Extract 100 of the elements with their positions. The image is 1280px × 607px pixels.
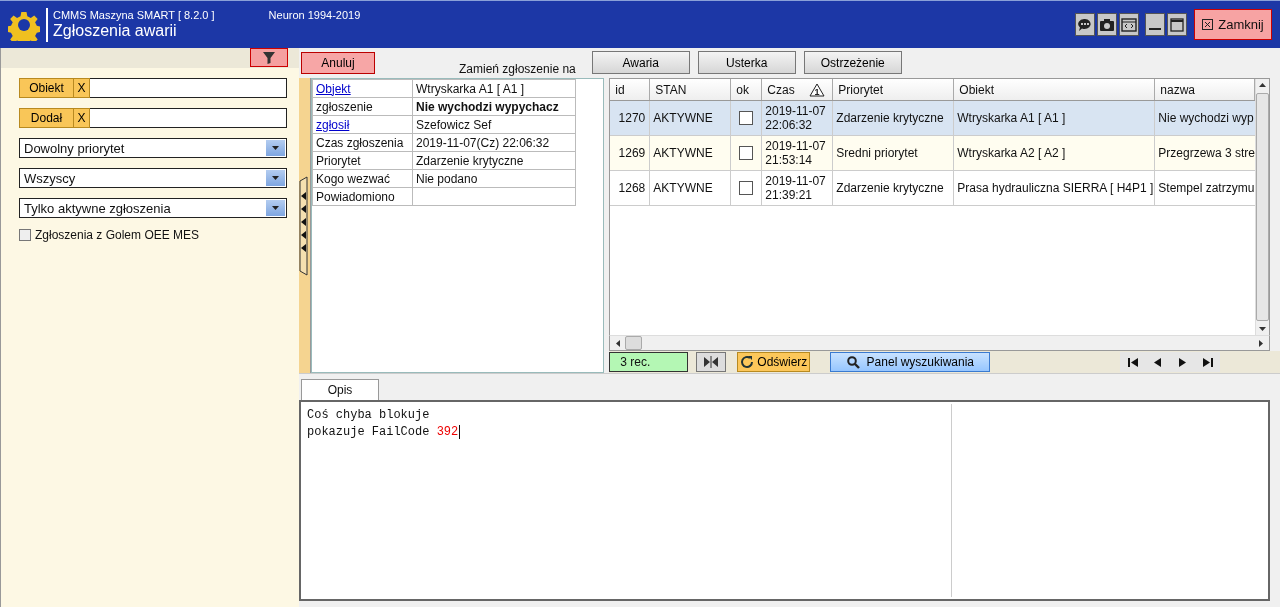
dropdown-arrow-icon — [272, 146, 279, 150]
table-cell: 2019-11-07 — [765, 139, 826, 153]
search-icon — [846, 355, 860, 369]
scroll-thumb[interactable] — [625, 336, 643, 350]
table-cell: AKTYWNE — [650, 171, 732, 205]
scroll-right-icon — [1259, 339, 1263, 347]
convert-button[interactable]: Ostrzeżenie — [803, 51, 902, 74]
code-button[interactable] — [1119, 13, 1139, 36]
search-panel-button[interactable]: Panel wyszukiwania — [830, 352, 991, 372]
clear-button[interactable]: X — [74, 108, 90, 128]
scroll-thumb[interactable] — [1256, 93, 1269, 321]
filter-button[interactable] — [250, 48, 288, 67]
table-cell: AKTYWNE — [650, 136, 732, 170]
sort-indicator-icon: 1 — [808, 82, 825, 97]
convert-button[interactable]: Usterka — [697, 51, 796, 74]
next-page-icon — [1179, 357, 1186, 367]
field-label: Powiadomiono — [316, 189, 395, 204]
column-header[interactable]: ok — [731, 79, 763, 100]
field-value: Nie podano — [416, 171, 478, 186]
chat-button[interactable] — [1075, 13, 1095, 36]
minimize-icon — [1149, 27, 1161, 30]
tab[interactable]: Opis — [301, 379, 379, 400]
table-cell: 2019-11-07 — [765, 104, 826, 118]
horizontal-scrollbar[interactable] — [609, 335, 1270, 351]
clear-button[interactable]: X — [74, 78, 90, 98]
checkbox[interactable] — [739, 181, 754, 195]
close-icon — [1202, 19, 1214, 30]
checkbox[interactable] — [19, 229, 31, 241]
table-cell: Wtryskarka A2 [ A2 ] — [954, 136, 1156, 170]
field-label: zgłoszenie — [316, 99, 373, 114]
minimize-button[interactable] — [1145, 13, 1165, 36]
code-icon — [1121, 17, 1137, 32]
picker-button[interactable]: Obiekt — [19, 78, 74, 98]
dropdown[interactable]: Tylko aktywne zgłoszenia — [19, 198, 287, 218]
table-cell-text: Przegrzewa 3 stre — [1157, 145, 1255, 162]
dropdown-arrow-icon — [272, 206, 279, 210]
collapse-arrows-icon — [299, 175, 309, 276]
input-field[interactable] — [90, 78, 287, 98]
column-header[interactable]: Obiekt — [954, 79, 1156, 100]
scroll-left-icon — [616, 339, 621, 347]
refresh-icon — [740, 355, 755, 369]
field-label: Kogo wezwać — [316, 171, 391, 186]
cancel-button[interactable]: Anuluj — [301, 52, 375, 74]
table-cell-text: Nie wychodzi wyp — [1157, 110, 1255, 127]
field-label: Czas zgłoszenia — [316, 135, 404, 150]
splitter-handle[interactable] — [299, 78, 311, 373]
table-cell: 21:53:14 — [765, 153, 812, 167]
table-cell: Zdarzenie krytyczne — [833, 171, 955, 205]
table-cell: 1269 — [610, 136, 651, 170]
field-value: Wtryskarka A1 [ A1 ] — [416, 81, 525, 96]
filter-icon — [262, 50, 276, 65]
description-text: 392 — [436, 424, 459, 439]
scroll-up-icon — [1259, 83, 1266, 87]
first-page-icon — [1127, 357, 1138, 367]
description-text: Coś chyba blokuje — [307, 407, 430, 422]
last-page-icon — [1202, 357, 1213, 367]
close-button[interactable]: Zamknij — [1194, 9, 1272, 40]
convert-label: Zamień zgłoszenie na — [459, 62, 576, 76]
field-value: 2019-11-07(Cz) 22:06:32 — [416, 135, 550, 150]
table-cell: 22:06:32 — [765, 118, 812, 132]
table-cell: AKTYWNE — [650, 101, 732, 135]
table-cell: 1270 — [610, 101, 651, 135]
refresh-button[interactable]: Odświerz — [737, 352, 811, 372]
dropdown-arrow-icon — [272, 176, 279, 180]
table-cell: Wtryskarka A1 [ A1 ] — [954, 101, 1156, 135]
table-cell: Zdarzenie krytyczne — [833, 101, 955, 135]
checkbox[interactable] — [739, 146, 754, 160]
convert-button[interactable]: Awaria — [591, 51, 690, 74]
field-label: Priorytet — [316, 153, 361, 168]
table-cell: Prasa hydrauliczna SIERRA [ H4P1 ] — [954, 171, 1156, 205]
chat-icon — [1077, 16, 1093, 33]
picker-button[interactable]: Dodał — [19, 108, 74, 128]
field-value: Zdarzenie krytyczne — [416, 153, 524, 168]
record-count: 3 rec. — [609, 352, 689, 372]
table-cell: 1268 — [610, 171, 651, 205]
column-header[interactable]: Priorytet — [833, 79, 955, 100]
checkbox[interactable] — [739, 111, 754, 125]
column-header[interactable]: Czas 1 — [762, 79, 834, 100]
camera-button[interactable] — [1097, 13, 1117, 36]
table-cell: 21:39:21 — [765, 188, 812, 202]
previous-page-icon — [1154, 357, 1161, 367]
copyright-text: Neuron 1994-2019 — [268, 9, 361, 21]
dropdown[interactable]: Wszyscy — [19, 168, 287, 188]
field-value: Szefowicz Sef — [416, 117, 492, 132]
column-header[interactable]: STAN — [650, 79, 732, 100]
window-title: Zgłoszenia awarii — [53, 22, 178, 40]
field-value: Nie wychodzi wypychacz — [416, 99, 559, 114]
column-header[interactable]: id — [610, 79, 651, 100]
table-cell: Sredni priorytet — [833, 136, 955, 170]
table-cell-text: Stempel zatrzymu — [1157, 180, 1255, 197]
camera-icon — [1099, 17, 1115, 32]
maximize-icon — [1169, 16, 1185, 33]
split-icon — [703, 356, 720, 368]
checkbox-label: Zgłoszenia z Golem OEE MES — [35, 228, 200, 242]
dropdown[interactable]: Dowolny priorytet — [19, 138, 287, 158]
table-cell: 2019-11-07 — [765, 174, 826, 188]
maximize-button[interactable] — [1167, 13, 1187, 36]
split-button[interactable] — [696, 352, 727, 372]
vertical-scrollbar[interactable] — [1255, 79, 1269, 335]
input-field[interactable] — [90, 108, 287, 128]
